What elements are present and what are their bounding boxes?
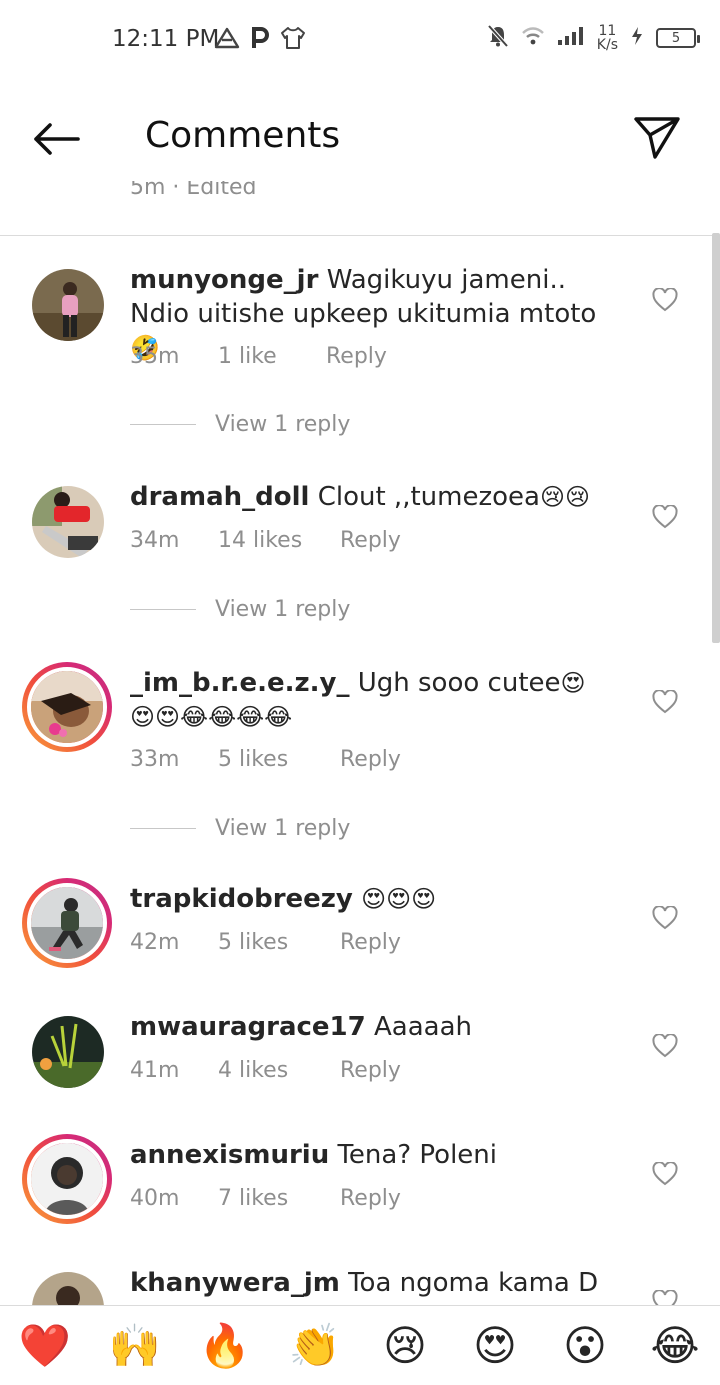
- share-button[interactable]: [630, 111, 684, 165]
- comment-username[interactable]: munyonge_jr: [130, 265, 318, 295]
- status-left-icons: [214, 26, 306, 54]
- like-button[interactable]: [648, 685, 682, 719]
- heart-outline-icon: [652, 1162, 678, 1186]
- comment-username[interactable]: dramah_doll: [130, 482, 309, 512]
- comment-emoji: 😢😢: [539, 483, 590, 511]
- heart-outline-icon: [652, 288, 678, 312]
- reply-button[interactable]: Reply: [340, 747, 401, 772]
- avatar[interactable]: [30, 267, 106, 343]
- comment-time: 33m: [130, 747, 180, 772]
- app-header: Comments: [0, 95, 720, 185]
- status-time: 12:11 PM: [112, 26, 220, 52]
- like-button[interactable]: [648, 1157, 682, 1191]
- comment-likes[interactable]: 14 likes: [218, 528, 340, 553]
- reaction-crying[interactable]: 😢: [370, 1321, 440, 1370]
- reaction-raised-hands[interactable]: 🙌: [100, 1321, 170, 1371]
- reaction-fire[interactable]: 🔥: [190, 1321, 260, 1371]
- reaction-bar: ❤️ 🙌 🔥 👏 😢 😍 😮 😂: [0, 1305, 720, 1385]
- comment-username[interactable]: annexismuriu: [130, 1140, 329, 1170]
- comment-meta: 34m 14 likes Reply: [130, 528, 401, 553]
- reaction-laughing[interactable]: 😂: [640, 1321, 710, 1370]
- status-right-icons: 11 K/s 5: [487, 23, 700, 53]
- avatar[interactable]: [30, 1014, 106, 1090]
- avatar[interactable]: [22, 662, 112, 752]
- comment-likes[interactable]: 4 likes: [218, 1058, 340, 1083]
- heart-outline-icon: [652, 505, 678, 529]
- comment-username[interactable]: mwauragrace17: [130, 1012, 366, 1042]
- view-replies-button[interactable]: View 1 reply: [130, 412, 350, 437]
- reaction-heart[interactable]: ❤️: [10, 1321, 80, 1371]
- comment-username[interactable]: trapkidobreezy: [130, 884, 353, 914]
- charging-icon: [630, 26, 644, 50]
- comment-meta: 42m 5 likes Reply: [130, 930, 401, 955]
- back-button[interactable]: [28, 115, 84, 163]
- comment-username[interactable]: khanywera_jm: [130, 1268, 340, 1298]
- back-arrow-icon: [34, 123, 80, 155]
- replies-line: [130, 424, 196, 425]
- comment-likes[interactable]: 1 like: [218, 344, 326, 369]
- parking-icon: [250, 26, 270, 54]
- comment-likes[interactable]: 7 likes: [218, 1186, 340, 1211]
- status-bar: 12:11 PM 11 K/s 5: [0, 0, 720, 80]
- comment-meta: 40m 7 likes Reply: [130, 1186, 401, 1211]
- divider: [0, 235, 720, 236]
- like-button[interactable]: [648, 283, 682, 317]
- view-replies-button[interactable]: View 1 reply: [130, 816, 350, 841]
- heart-outline-icon: [652, 690, 678, 714]
- comment-likes[interactable]: 5 likes: [218, 747, 340, 772]
- scrollbar[interactable]: [712, 233, 720, 643]
- comment-body: Toa ngoma kama D: [348, 1268, 599, 1298]
- reaction-clap[interactable]: 👏: [280, 1321, 350, 1371]
- replies-line: [130, 828, 196, 829]
- comment-body: Tena? Poleni: [337, 1140, 497, 1170]
- avatar[interactable]: [30, 484, 106, 560]
- shirt-icon: [280, 26, 306, 54]
- paper-plane-icon: [634, 117, 680, 159]
- mute-icon: [487, 24, 509, 52]
- page-title: Comments: [145, 115, 341, 156]
- comment-username[interactable]: _im_b.r.e.e.z.y_: [130, 668, 349, 698]
- reply-button[interactable]: Reply: [340, 1058, 401, 1083]
- comment-body: Ugh sooo cutee: [357, 668, 561, 698]
- like-button[interactable]: [648, 901, 682, 935]
- avatar[interactable]: [22, 878, 112, 968]
- reply-button[interactable]: Reply: [326, 344, 387, 369]
- battery-icon: 5: [656, 28, 700, 48]
- comment-meta: 41m 4 likes Reply: [130, 1058, 401, 1083]
- reply-button[interactable]: Reply: [340, 528, 401, 553]
- wifi-icon: [521, 26, 545, 50]
- comment-meta: 35m 1 like Reply: [130, 344, 387, 369]
- comment-likes[interactable]: 5 likes: [218, 930, 340, 955]
- comment-body: Clout ,,tumezoea: [317, 482, 540, 512]
- replies-line: [130, 609, 196, 610]
- reaction-heart-eyes[interactable]: 😍: [460, 1321, 530, 1370]
- network-speed: 11 K/s: [596, 23, 618, 53]
- comment-body: Aaaaah: [374, 1012, 473, 1042]
- view-replies-button[interactable]: View 1 reply: [130, 597, 350, 622]
- comment-time: 42m: [130, 930, 180, 955]
- heart-outline-icon: [652, 906, 678, 930]
- caption-meta: 5m · Edited: [130, 181, 257, 200]
- reaction-surprised[interactable]: 😮: [550, 1321, 620, 1370]
- reply-button[interactable]: Reply: [340, 1186, 401, 1211]
- like-button[interactable]: [648, 1029, 682, 1063]
- comment-emoji: 😍😍😍: [361, 885, 437, 913]
- drive-icon: [214, 27, 240, 53]
- heart-outline-icon: [652, 1034, 678, 1058]
- signal-icon: [557, 26, 585, 50]
- reply-button[interactable]: Reply: [340, 930, 401, 955]
- comment-time: 41m: [130, 1058, 180, 1083]
- comment-meta: 33m 5 likes Reply: [130, 747, 401, 772]
- avatar[interactable]: [22, 1134, 112, 1224]
- comment-time: 35m: [130, 344, 180, 369]
- comment-time: 34m: [130, 528, 180, 553]
- comment-time: 40m: [130, 1186, 180, 1211]
- like-button[interactable]: [648, 500, 682, 534]
